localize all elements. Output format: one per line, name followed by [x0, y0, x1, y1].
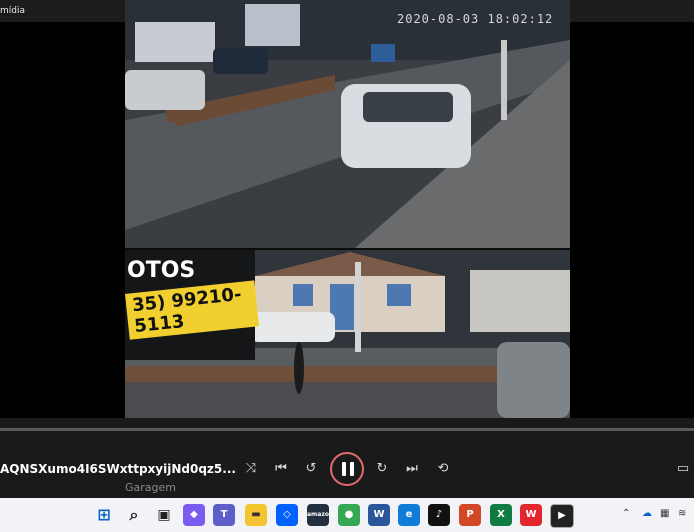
edge-icon[interactable]: e — [398, 504, 420, 526]
previous-icon[interactable]: ⏮ — [270, 458, 292, 480]
camera-view-street: 2020-08-03 18:02:12 — [125, 0, 570, 248]
progress-bar[interactable] — [0, 428, 694, 431]
sign-phone: 35) 99210-5113 — [125, 280, 260, 340]
file-explorer-icon[interactable]: ▬ — [245, 504, 267, 526]
windows-start-icon[interactable]: ⊞ — [93, 504, 115, 526]
file-name: AQNSXumo4I6SWxttpxyijNd0qz5... — [0, 462, 236, 476]
task-view-icon[interactable]: ▣ — [153, 504, 175, 526]
copilot-icon[interactable]: ◆ — [183, 504, 205, 526]
word-icon[interactable]: W — [368, 504, 390, 526]
media-player-icon[interactable]: ▶ — [550, 504, 574, 528]
search-icon[interactable]: ⌕ — [123, 504, 145, 526]
chevron-up-icon[interactable]: ⌃ — [622, 508, 630, 519]
dropbox-icon[interactable]: ◇ — [276, 504, 298, 526]
player-controls: AQNSXumo4I6SWxttpxyijNd0qz5... Garagem ⤨… — [0, 418, 694, 498]
store-sign: OTOS 35) 99210-5113 — [125, 250, 260, 360]
onedrive-icon[interactable]: ☁ — [642, 508, 652, 519]
repeat-off-icon[interactable]: ⟲ — [432, 458, 454, 480]
video-timestamp: 2020-08-03 18:02:12 — [397, 12, 554, 26]
wps-icon[interactable]: W — [520, 504, 542, 526]
captions-icon[interactable]: ▭ — [672, 458, 694, 480]
camera-view-garage: OTOS 35) 99210-5113 — [125, 250, 570, 418]
tiktok-icon[interactable]: ♪ — [428, 504, 450, 526]
window-title: mídia — [0, 6, 25, 16]
pause-icon-bar — [350, 462, 354, 476]
rewind-10-icon[interactable]: ↺ — [300, 458, 322, 480]
powerpoint-icon[interactable]: P — [459, 504, 481, 526]
wifi-icon[interactable]: ≋ — [678, 508, 686, 519]
video-area[interactable]: 2020-08-03 18:02:12 OTOS 35) 99210-5113 — [125, 0, 570, 418]
street-scene — [125, 0, 570, 248]
pause-button[interactable] — [330, 452, 364, 486]
network-icon[interactable]: ▦ — [660, 508, 669, 519]
forward-30-icon[interactable]: ↻ — [371, 458, 393, 480]
excel-icon[interactable]: X — [490, 504, 512, 526]
taskbar: ⊞ ⌕ ▣ ◆ T ▬ ◇ amazon ● W e ♪ P X W ▶ ⌃ ☁… — [0, 498, 694, 532]
pause-icon — [342, 462, 346, 476]
file-subtitle: Garagem — [125, 481, 176, 494]
chrome-icon[interactable]: ● — [338, 504, 360, 526]
amazon-icon[interactable]: amazon — [307, 504, 333, 526]
next-icon[interactable]: ⏭ — [401, 458, 423, 480]
teams-icon[interactable]: T — [213, 504, 235, 526]
sign-text: OTOS — [127, 258, 196, 283]
shuffle-icon[interactable]: ⤨ — [240, 458, 262, 480]
